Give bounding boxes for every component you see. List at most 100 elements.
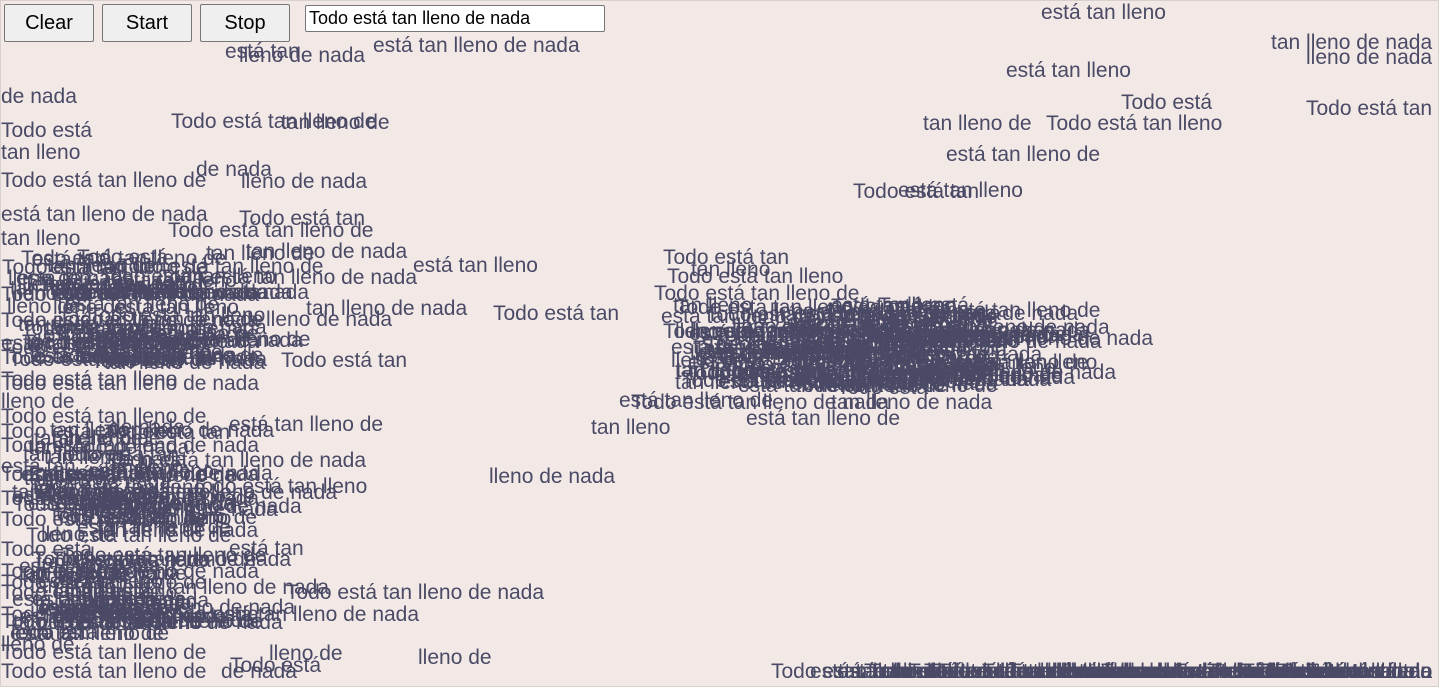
text-fragment: está tan	[38, 597, 113, 620]
text-fragment: Todo está tan lleno	[921, 351, 1098, 374]
text-fragment: Todo está tan lleno	[908, 660, 1085, 683]
text-fragment: tan lleno de nada	[98, 330, 260, 353]
text-fragment: de nada	[850, 372, 926, 395]
text-fragment: está tan lleno de nada	[794, 302, 1001, 325]
text-fragment: está tan lleno de nada	[714, 363, 921, 386]
text-fragment: está tan lleno de nada	[76, 611, 283, 634]
text-fragment: de nada	[196, 158, 272, 181]
text-fragment: Todo está tan lleno	[191, 475, 368, 498]
text-fragment: lleno de	[79, 492, 153, 515]
text-fragment: está tan lleno de	[746, 407, 901, 430]
text-fragment: lleno de nada	[8, 267, 135, 290]
text-fragment: está tan lleno	[671, 336, 796, 359]
text-fragment: Todo está tan lleno de	[58, 308, 264, 331]
text-fragment: Todo está tan lleno de	[2, 256, 208, 279]
text-fragment: lleno de nada	[30, 482, 157, 505]
text-fragment: lleno de nada	[800, 340, 927, 363]
text-fragment: Todo está	[886, 324, 978, 347]
text-fragment: Todo está tan lleno de	[681, 369, 887, 392]
text-fragment: lleno de	[1, 633, 75, 656]
text-fragment: está tan lleno	[1006, 59, 1131, 82]
text-fragment: Todo está tan lleno de	[1, 641, 207, 664]
text-fragment: lleno de nada	[83, 589, 210, 612]
text-fragment: de nada	[221, 660, 297, 683]
text-fragment: lleno de	[269, 642, 343, 665]
text-fragment: Todo está tan lleno	[1, 336, 178, 359]
text-fragment: Todo está tan lleno de nada	[161, 603, 420, 626]
text-fragment: está tan lleno de nada	[60, 316, 267, 339]
text-fragment: está tan lleno de	[15, 622, 170, 645]
text-fragment: lleno de nada	[44, 480, 171, 503]
stop-button[interactable]: Stop	[200, 4, 290, 42]
text-fragment: Todo está	[38, 488, 130, 511]
text-fragment: Todo está tan lleno de	[706, 303, 912, 326]
text-fragment: está tan lleno	[719, 341, 844, 364]
text-fragment: lleno de	[13, 282, 87, 305]
text-fragment: tan lleno de	[206, 242, 315, 265]
text-fragment: está tan lleno	[87, 341, 212, 364]
text-fragment: lleno de	[671, 349, 745, 372]
text-fragment: está tan	[104, 323, 179, 346]
text-fragment: tan lleno de	[78, 562, 187, 585]
text-fragment: lleno de nada	[690, 320, 817, 343]
text-fragment: tan lleno de nada	[744, 324, 906, 347]
text-fragment: tan lleno	[591, 416, 671, 439]
text-fragment: de nada	[83, 500, 159, 523]
text-fragment: Todo está tan lleno de nada	[1101, 660, 1360, 683]
text-fragment: está tan lleno de nada	[20, 605, 227, 628]
text-fragment: está tan	[32, 248, 107, 271]
text-fragment: Todo está tan lleno de	[168, 219, 374, 242]
text-fragment: está tan	[1, 455, 76, 478]
text-fragment: Todo está	[230, 654, 322, 677]
text-fragment: tan lleno de	[63, 600, 172, 623]
text-fragment: Todo está	[1207, 660, 1299, 683]
text-fragment: lleno de nada	[841, 324, 968, 347]
text-fragment: Todo está tan	[862, 343, 989, 366]
text-fragment: está tan lleno de	[804, 330, 959, 353]
text-fragment: Todo está	[1, 538, 93, 561]
text-fragment: está tan	[837, 660, 912, 683]
text-fragment: tan lleno	[1, 141, 81, 164]
text-fragment: está tan lleno de	[74, 330, 229, 353]
text-fragment: Todo está tan lleno	[34, 481, 211, 504]
text-fragment: tan lleno	[920, 356, 1000, 379]
text-fragment: Todo está tan lleno de nada	[1174, 660, 1433, 683]
text-fragment: tan lleno de nada	[675, 371, 837, 394]
text-fragment: tan lleno	[24, 467, 104, 490]
text-fragment: lleno de nada	[770, 300, 897, 323]
text-fragment: tan lleno de nada	[838, 660, 1000, 683]
text-fragment: Todo está tan	[872, 324, 999, 347]
text-fragment: Todo está	[1, 119, 93, 142]
text-fragment: Todo está tan lleno de nada	[1, 463, 260, 486]
text-fragment: Todo está tan	[104, 421, 231, 444]
text-fragment: Todo está tan lleno de	[857, 364, 1063, 387]
text-fragment: Todo está tan lleno	[1256, 660, 1433, 683]
text-fragment: Todo está tan lleno	[100, 265, 277, 288]
text-fragment: Todo está tan lleno de	[31, 464, 237, 487]
phrase-input[interactable]	[305, 5, 605, 32]
text-fragment: Todo está tan lleno de nada	[1, 434, 260, 457]
text-fragment: Todo está tan lleno de nada	[1, 372, 260, 395]
text-fragment: tan lleno de	[886, 362, 995, 385]
start-button[interactable]: Start	[102, 4, 192, 42]
text-fragment: tan lleno	[892, 660, 972, 683]
text-fragment: está tan lleno de	[65, 293, 220, 316]
clear-button[interactable]: Clear	[4, 4, 94, 42]
text-fragment: está tan lleno	[793, 333, 918, 356]
text-fragment: está tan lleno de	[12, 588, 167, 611]
text-fragment: de nada	[929, 358, 1005, 381]
text-fragment: lleno de	[7, 295, 81, 318]
text-fragment: Todo está tan lleno de	[1, 660, 207, 683]
text-fragment: tan lleno	[675, 359, 755, 382]
text-fragment: de nada	[901, 324, 977, 347]
text-fragment: está tan	[1074, 660, 1149, 683]
text-fragment: está tan	[58, 600, 133, 623]
text-fragment: está tan lleno	[112, 269, 237, 292]
text-fragment: Todo está tan lleno de	[883, 351, 1089, 374]
text-fragment: tan lleno de nada	[10, 277, 172, 300]
text-fragment: Todo está tan	[697, 360, 824, 383]
text-fragment: tan lleno de nada	[19, 562, 181, 585]
text-fragment: Todo está tan lleno	[1256, 660, 1433, 683]
text-fragment: lleno de	[930, 329, 1004, 352]
text-fragment: está tan lleno	[38, 570, 163, 593]
